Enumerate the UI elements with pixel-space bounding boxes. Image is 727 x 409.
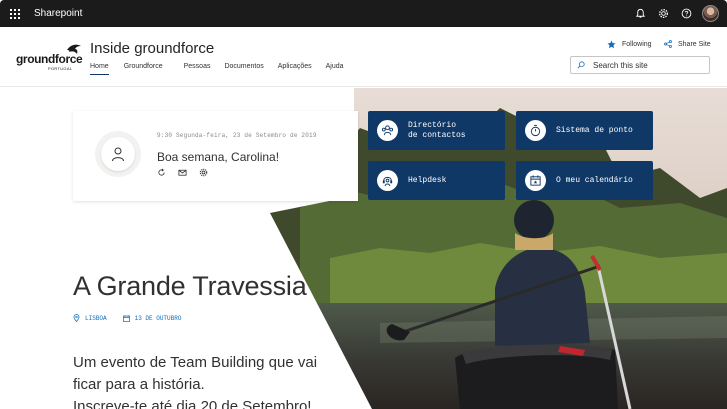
event-location: LISBOA <box>73 314 107 322</box>
people-icon <box>377 120 398 141</box>
nav-item-ajuda[interactable]: Ajuda <box>326 63 344 75</box>
nav-item-pessoas[interactable]: Pessoas <box>184 63 211 75</box>
follow-label: Following <box>622 41 652 48</box>
nav-item-home[interactable]: Home <box>90 63 109 75</box>
event-location-text: LISBOA <box>85 314 107 322</box>
tile-meu-calendario[interactable]: O meu calendário <box>516 161 653 200</box>
event-date: 13 DE OUTUBRO <box>122 314 182 322</box>
tile-label: Helpdesk <box>408 175 447 185</box>
search-icon <box>577 61 585 69</box>
tile-sistema-ponto[interactable]: Sistema de ponto <box>516 111 653 150</box>
search-box[interactable] <box>570 56 710 74</box>
tile-directorio-contactos[interactable]: Directório de contactos <box>368 111 505 150</box>
location-pin-icon <box>73 314 80 322</box>
logo-subtitle: PORTUGAL <box>48 66 73 71</box>
waffle-icon[interactable] <box>0 0 30 27</box>
greeting-datetime: 9:30 Segunda-feira, 23 de Setembro de 20… <box>157 132 317 139</box>
site-logo[interactable]: groundforce PORTUGAL <box>16 43 83 73</box>
star-icon <box>607 40 616 49</box>
share-site-button[interactable]: Share Site <box>664 40 711 48</box>
share-label: Share Site <box>678 40 711 48</box>
gear-icon[interactable] <box>656 7 670 21</box>
refresh-icon[interactable] <box>157 168 166 177</box>
hero-section: 9:30 Segunda-feira, 23 de Setembro de 20… <box>0 88 727 409</box>
site-header: groundforce PORTUGAL Inside groundforce … <box>0 27 727 87</box>
greeting-card: 9:30 Segunda-feira, 23 de Setembro de 20… <box>73 111 358 201</box>
tile-label: O meu calendário <box>556 175 633 185</box>
event-description: Um evento de Team Building que vai ficar… <box>73 352 363 409</box>
nav-item-documentos[interactable]: Documentos <box>224 63 263 75</box>
calendar-small-icon <box>122 314 130 322</box>
app-name[interactable]: Sharepoint <box>34 8 82 19</box>
person-icon <box>112 147 124 161</box>
event-title[interactable]: A Grande Travessia <box>73 271 307 302</box>
follow-button[interactable]: Following <box>607 40 652 49</box>
site-title[interactable]: Inside groundforce <box>90 40 214 57</box>
tile-helpdesk[interactable]: Helpdesk <box>368 161 505 200</box>
calendar-icon <box>525 170 546 191</box>
bell-icon[interactable] <box>633 7 647 21</box>
event-meta: LISBOA 13 DE OUTUBRO <box>73 314 181 322</box>
avatar[interactable] <box>702 5 719 22</box>
headset-icon <box>377 170 398 191</box>
tile-label: Sistema de ponto <box>556 125 633 135</box>
event-date-text: 13 DE OUTUBRO <box>134 314 182 322</box>
share-icon <box>664 40 672 48</box>
tile-label: Directório de contactos <box>408 120 466 140</box>
suite-bar: Sharepoint <box>0 0 727 27</box>
settings-icon[interactable] <box>199 168 208 177</box>
mail-icon[interactable] <box>178 168 187 177</box>
greeting-message: Boa semana, Carolina! <box>157 150 280 164</box>
event-description-line: ficar para a história. <box>73 376 205 393</box>
help-icon[interactable] <box>679 7 693 21</box>
nav-item-aplicacoes[interactable]: Aplicações <box>278 63 312 75</box>
event-description-line: Um evento de Team Building que vai <box>73 354 318 371</box>
stopwatch-icon <box>525 120 546 141</box>
nav-item-groundforce[interactable]: Groundforce <box>124 63 163 75</box>
search-input[interactable] <box>593 60 703 70</box>
site-nav: Home Groundforce Pessoas Documentos Apli… <box>90 63 344 75</box>
logo-bird-icon <box>67 44 81 54</box>
event-description-line: Inscreve-te até dia 20 de Setembro! <box>73 398 312 409</box>
profile-placeholder[interactable] <box>95 131 141 177</box>
